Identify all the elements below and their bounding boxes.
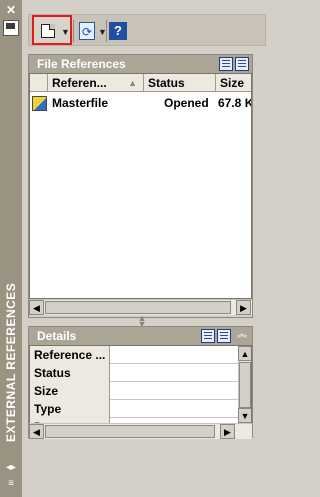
scroll-down-icon[interactable]: ▼ xyxy=(238,408,251,423)
palette-title-strip: ✕ EXTERNAL REFERENCES ◂▸ ≡ xyxy=(0,0,22,497)
reference-size: 67.8 KB xyxy=(218,96,251,110)
auto-hide-icon[interactable]: ◂▸ xyxy=(4,462,18,474)
attach-dwg-button[interactable]: ▼ xyxy=(32,15,72,45)
horizontal-scrollbar[interactable]: ◀ ▶ xyxy=(29,423,252,439)
help-button[interactable]: ? xyxy=(107,20,127,42)
chevron-down-icon[interactable]: ▼ xyxy=(61,27,70,37)
column-header-reference-label: Referen... xyxy=(52,76,107,90)
details-row: Size xyxy=(30,382,238,400)
details-label: Reference ... xyxy=(30,346,110,364)
column-header-icon xyxy=(30,74,48,92)
details-label: Status xyxy=(30,364,110,382)
attach-dwg-icon xyxy=(41,24,55,38)
file-references-list[interactable]: Referen... ▲ Status Size Masterfile Open… xyxy=(29,73,252,299)
scroll-thumb[interactable] xyxy=(45,425,215,438)
scroll-thumb[interactable] xyxy=(239,362,251,408)
collapse-icon[interactable]: ︽ xyxy=(235,328,249,342)
column-header-reference[interactable]: Referen... ▲ xyxy=(48,74,144,92)
scroll-left-icon[interactable]: ◀ xyxy=(29,300,44,315)
details-label: Type xyxy=(30,400,110,418)
sort-ascending-icon: ▲ xyxy=(128,78,137,88)
details-row: Reference ... xyxy=(30,346,238,364)
details-label: Size xyxy=(30,382,110,400)
palette-app-icon[interactable] xyxy=(3,20,19,36)
reference-name[interactable]: Masterfile xyxy=(52,94,146,112)
reference-status: Opened xyxy=(164,96,209,110)
drawing-file-icon xyxy=(32,96,47,111)
close-icon[interactable]: ✕ xyxy=(5,4,17,16)
details-view-icon[interactable] xyxy=(201,329,215,343)
column-header-status[interactable]: Status xyxy=(144,74,216,92)
column-header-size[interactable]: Size xyxy=(216,74,251,92)
toolbar-bar: ▼ ⟳ ▼ ? xyxy=(28,14,266,46)
details-row: Type xyxy=(30,400,238,418)
scroll-left-icon[interactable]: ◀ xyxy=(29,424,44,439)
refresh-icon: ⟳ xyxy=(79,22,95,40)
details-panel: Details ︽ Reference ... Status Size Type… xyxy=(28,326,253,439)
file-references-panel: File References Referen... ▲ Status Size… xyxy=(28,54,253,318)
preview-view-icon[interactable] xyxy=(217,329,231,343)
scroll-right-icon[interactable]: ▶ xyxy=(220,424,235,439)
refresh-button[interactable]: ⟳ ▼ xyxy=(76,20,107,42)
tree-view-icon[interactable] xyxy=(235,57,249,71)
help-icon: ? xyxy=(109,22,127,40)
toolbar-separator xyxy=(73,20,74,42)
properties-menu-icon[interactable]: ≡ xyxy=(4,478,18,490)
scroll-right-icon[interactable]: ▶ xyxy=(236,300,251,315)
toolbar: ▼ ⟳ ▼ ? xyxy=(22,0,271,50)
scroll-up-icon[interactable]: ▲ xyxy=(238,346,251,361)
details-row: Status xyxy=(30,364,238,382)
list-view-icon[interactable] xyxy=(219,57,233,71)
palette-title: EXTERNAL REFERENCES xyxy=(4,282,18,442)
